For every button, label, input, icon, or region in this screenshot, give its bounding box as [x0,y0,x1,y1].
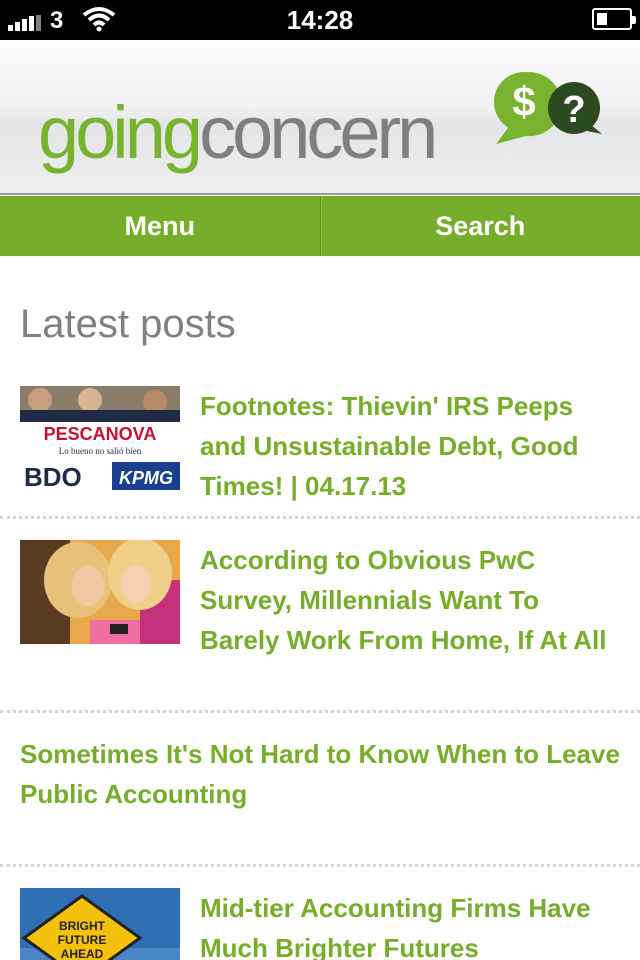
divider [0,864,640,867]
status-bar: 3 14:28 [0,0,640,40]
post-title[interactable]: Footnotes: Thievin' IRS Peeps and Unsust… [200,391,578,501]
site-header: goingconcern $ ? [0,40,640,195]
logo-speech-bubbles-icon: $ ? [494,72,602,144]
post-thumbnail[interactable] [20,540,180,644]
thumb-sign-line1: BRIGHT [59,919,106,933]
battery-icon [592,8,636,30]
post-title[interactable]: According to Obvious PwC Survey, Millenn… [200,545,606,655]
main-nav: Menu Search [0,196,640,256]
post-title[interactable]: Sometimes It's Not Hard to Know When to … [20,739,620,809]
logo-word-going: going [38,91,203,174]
thumb-bdo-text: BDO [24,462,82,490]
site-logo[interactable]: goingconcern [38,90,438,175]
search-button[interactable]: Search [321,196,640,256]
list-item[interactable]: PESCANOVA Lo bueno no salió bien BDO KPM… [0,386,640,506]
divider [0,710,640,713]
menu-button[interactable]: Menu [0,196,321,256]
thumb-kpmg-text: KPMG [119,468,173,488]
post-thumbnail[interactable]: BRIGHT FUTURE AHEAD [20,888,180,960]
post-thumbnail-image [20,540,180,644]
list-item[interactable]: Sometimes It's Not Hard to Know When to … [0,734,640,814]
thumb-caption-text: Lo bueno no salió bien [59,446,142,456]
list-item[interactable]: BRIGHT FUTURE AHEAD Mid-tier Accounting … [0,888,640,960]
status-time: 14:28 [286,5,354,35]
logo-question-glyph: ? [562,89,585,131]
logo-word-concern: concern [199,91,438,174]
logo-dollar-glyph: $ [512,78,535,125]
section-title: Latest posts [20,302,236,346]
post-title[interactable]: Mid-tier Accounting Firms Have Much Brig… [200,893,591,960]
thumb-pescanova-text: PESCANOVA [44,424,157,444]
post-thumbnail-image: BRIGHT FUTURE AHEAD [20,888,180,960]
thumb-sign-line2: FUTURE [58,933,107,947]
thumb-sign-line3: AHEAD [61,947,104,960]
list-item[interactable]: According to Obvious PwC Survey, Millenn… [0,540,640,660]
post-thumbnail[interactable]: PESCANOVA Lo bueno no salió bien BDO KPM… [20,386,180,490]
post-thumbnail-image: PESCANOVA Lo bueno no salió bien BDO KPM… [20,386,180,490]
divider [0,516,640,519]
